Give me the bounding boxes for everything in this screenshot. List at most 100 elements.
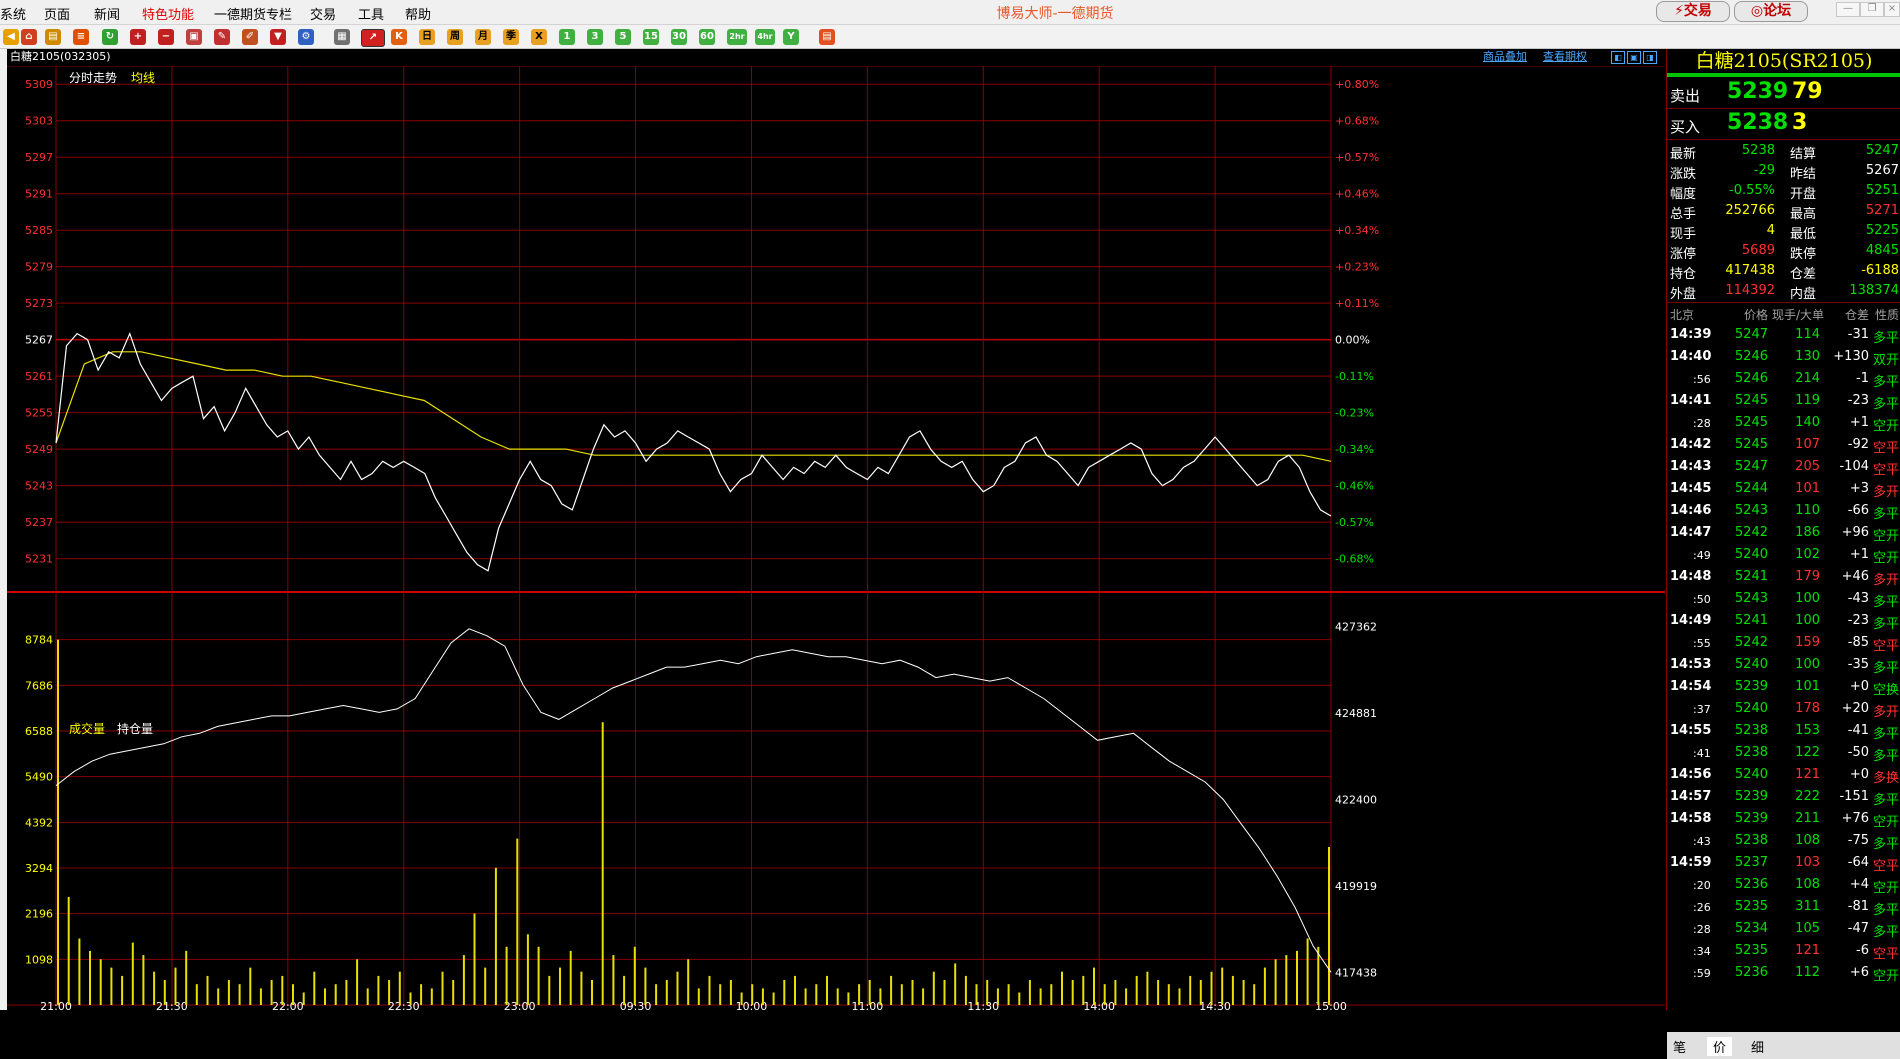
home-icon[interactable]: ⌂ <box>21 29 37 45</box>
expand-center-icon[interactable]: ▣ <box>1627 51 1641 64</box>
intraday-chart[interactable]: 5309 +0.80% 5303 +0.68% 5297 +0.57% 5291 +0.46%… <box>7 66 1665 1010</box>
volume-bar <box>559 967 561 1005</box>
zoom-in-icon[interactable]: + <box>130 29 146 45</box>
period-quarter[interactable]: 季 <box>503 29 519 45</box>
volume-bar <box>890 975 893 1005</box>
stat-value2: 5247 <box>1865 143 1899 158</box>
period-x[interactable]: X <box>531 29 547 45</box>
volume-bar <box>356 959 359 1005</box>
zoom-out-icon[interactable]: − <box>158 29 174 45</box>
tick-volume: 311 <box>1795 899 1820 914</box>
menu-help[interactable]: 帮助 <box>405 4 431 23</box>
trade-button[interactable]: ⚡交易 <box>1656 1 1730 22</box>
period-4hr[interactable]: 4hr <box>755 29 775 45</box>
tick-nature: 多平 <box>1873 793 1900 808</box>
settings-icon[interactable]: ⚙ <box>298 29 314 45</box>
tab-price[interactable]: 价 <box>1707 1037 1733 1056</box>
tick-price: 5245 <box>1734 415 1768 430</box>
volume-bar <box>1199 980 1202 1005</box>
tick-volume: 159 <box>1795 635 1820 650</box>
tick-row: 14:49 5241 100 -23 多平 <box>1667 610 1900 632</box>
filter-icon[interactable]: ▼ <box>270 29 286 45</box>
menu-system[interactable]: 系统 <box>0 4 26 23</box>
period-year[interactable]: Y <box>783 29 799 45</box>
stat-label: 总手 <box>1670 207 1697 222</box>
options-link[interactable]: 查看期权 <box>1543 49 1587 65</box>
period-3min[interactable]: 3 <box>587 29 603 45</box>
restore-button[interactable]: ❐ <box>1860 2 1884 17</box>
news-icon[interactable]: ≡ <box>73 29 89 45</box>
left-strip <box>0 49 7 1010</box>
period-day[interactable]: 日 <box>419 29 435 45</box>
table-icon[interactable]: ▦ <box>334 29 350 45</box>
tab-detail[interactable]: 细 <box>1751 1037 1764 1056</box>
tick-oi-change: +4 <box>1849 877 1869 892</box>
tick-time: 14:59 <box>1670 855 1712 870</box>
tick-time: :28 <box>1693 417 1711 430</box>
volume-bar <box>900 984 903 1005</box>
tick-price: 5247 <box>1734 459 1768 474</box>
menu-yide-column[interactable]: 一德期货专栏 <box>214 4 292 23</box>
time-tick-label: 22:30 <box>388 1000 420 1010</box>
volume-bar <box>217 988 220 1005</box>
percent-tick-label: -0.23% <box>1335 407 1374 420</box>
period-week[interactable]: 周 <box>447 29 463 45</box>
pen-icon[interactable]: ✎ <box>214 29 230 45</box>
book-icon[interactable]: ▤ <box>45 29 61 45</box>
window-icon[interactable]: ▣ <box>186 29 202 45</box>
period-60min[interactable]: 60 <box>699 29 715 45</box>
expand-left-icon[interactable]: ◧ <box>1611 51 1625 64</box>
stat-label2: 跌停 <box>1790 247 1817 262</box>
volume-bar <box>740 992 743 1005</box>
tick-volume: 119 <box>1795 393 1820 408</box>
volume-bar <box>430 988 433 1005</box>
calendar-icon[interactable]: ▤ <box>819 29 835 45</box>
expand-right-icon[interactable]: ◨ <box>1643 51 1657 64</box>
refresh-icon[interactable]: ↻ <box>102 29 118 45</box>
menu-news[interactable]: 新闻 <box>94 4 120 23</box>
timeshare-icon[interactable]: ↗ <box>361 29 385 47</box>
tab-trades[interactable]: 笔 <box>1673 1037 1686 1056</box>
bid-label: 买入 <box>1670 118 1701 136</box>
bid-volume: 3 <box>1792 110 1808 135</box>
chart-header: 白糖2105(032305) 商品叠加 查看期权 ◧ ▣ ◨ <box>7 49 1665 66</box>
volume-bar <box>687 959 690 1005</box>
tick-oi-change: -50 <box>1847 745 1869 760</box>
volume-bar <box>826 975 828 1005</box>
period-5min[interactable]: 5 <box>615 29 631 45</box>
tick-oi-change: -43 <box>1847 591 1869 606</box>
menu-page[interactable]: 页面 <box>44 4 70 23</box>
stat-value: -29 <box>1753 163 1775 178</box>
kline-icon[interactable]: K <box>391 29 407 45</box>
lightning-icon: ⚡ <box>1674 3 1684 19</box>
period-15min[interactable]: 15 <box>643 29 659 45</box>
eraser-icon[interactable]: ✐ <box>242 29 258 45</box>
volume-bar <box>1039 988 1042 1005</box>
forum-button[interactable]: ◎论坛 <box>1734 1 1808 22</box>
volume-bar <box>121 975 124 1005</box>
volume-bar <box>238 984 241 1005</box>
back-icon[interactable]: ◀ <box>3 29 19 45</box>
period-1min[interactable]: 1 <box>559 29 575 45</box>
period-month[interactable]: 月 <box>475 29 491 45</box>
volume-bar <box>1157 980 1160 1005</box>
tick-oi-change: +0 <box>1849 679 1869 694</box>
close-button[interactable]: × <box>1884 2 1900 17</box>
volume-bar <box>922 988 925 1005</box>
stat-row: 总手 252766 最高 5271 <box>1667 201 1900 222</box>
menu-features[interactable]: 特色功能 <box>142 4 194 23</box>
volume-bar <box>996 988 999 1005</box>
volume-bar <box>505 946 508 1005</box>
menu-tools[interactable]: 工具 <box>358 4 384 23</box>
overlay-link[interactable]: 商品叠加 <box>1483 49 1527 65</box>
tick-volume: 179 <box>1795 569 1820 584</box>
volume-bar <box>270 980 273 1005</box>
tick-nature: 空平 <box>1873 441 1900 456</box>
menu-trade[interactable]: 交易 <box>310 4 336 23</box>
minimize-button[interactable]: — <box>1836 2 1860 17</box>
volume-bar <box>879 988 882 1005</box>
volume-bar <box>452 980 455 1005</box>
tick-volume: 100 <box>1795 591 1820 606</box>
period-30min[interactable]: 30 <box>671 29 687 45</box>
period-2hr[interactable]: 2hr <box>727 29 747 45</box>
